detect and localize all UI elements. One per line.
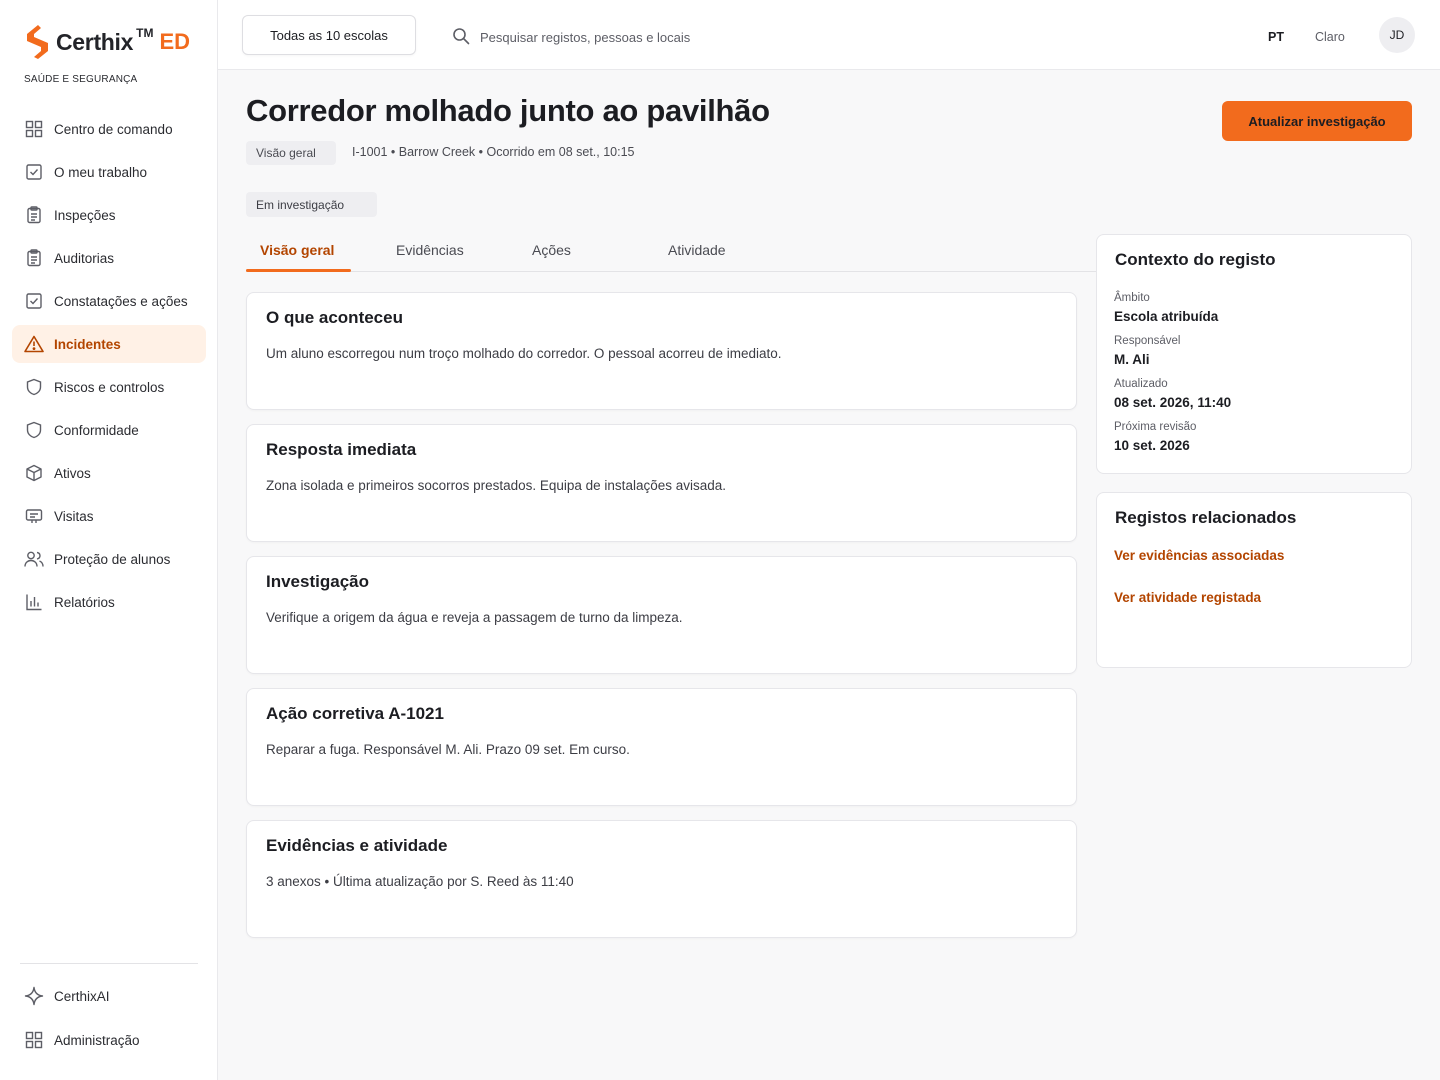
field-value-responsavel: M. Ali: [1114, 352, 1150, 367]
sidebar-item-incidentes[interactable]: Incidentes: [12, 325, 206, 363]
tab-atividade[interactable]: Atividade: [668, 242, 726, 258]
sidebar-item-constatacoes-e-acoes[interactable]: Constatações e ações: [12, 282, 206, 320]
card-body: Um aluno escorregou num troço molhado do…: [266, 346, 782, 361]
sidebar-item-o-meu-trabalho[interactable]: O meu trabalho: [12, 153, 206, 191]
brand-edition: ED: [159, 29, 191, 54]
tab-bar: Visão geral Evidências Ações Atividade: [246, 234, 1096, 272]
field-label-responsavel: Responsável: [1114, 335, 1181, 347]
active-tab-indicator: [246, 269, 351, 272]
card-title: Resposta imediata: [266, 440, 417, 459]
card-resposta-imediata: Resposta imediata Zona isolada e primeir…: [246, 424, 1077, 542]
clipboard-icon: [24, 205, 44, 225]
brand-logo[interactable]: Certhix TM ED: [24, 24, 190, 60]
tab-evidencias[interactable]: Evidências: [396, 242, 464, 258]
brand-subtitle: SAÚDE E SEGURANÇA: [24, 74, 138, 85]
card-title: O que aconteceu: [266, 308, 403, 327]
sidebar-item-label: Inspeções: [54, 207, 116, 223]
sidebar-item-label: Administração: [54, 1032, 140, 1048]
badge-icon: [24, 506, 44, 526]
tab-acoes[interactable]: Ações: [532, 242, 571, 258]
clipboard-icon: [24, 248, 44, 268]
field-label-proxima-revisao: Próxima revisão: [1114, 421, 1197, 433]
panel-title: Contexto do registo: [1115, 250, 1276, 269]
sidebar-item-relatorios[interactable]: Relatórios: [12, 583, 206, 621]
sidebar-item-ativos[interactable]: Ativos: [12, 454, 206, 492]
link-related-evidence[interactable]: Ver evidências associadas: [1114, 548, 1284, 563]
sidebar-item-label: Auditorias: [54, 250, 115, 266]
sidebar-item-label: CerthixAI: [54, 988, 110, 1004]
sidebar-item-label: Relatórios: [54, 594, 115, 610]
language-switch[interactable]: PT: [1268, 30, 1284, 44]
card-body: Reparar a fuga. Responsável M. Ali. Praz…: [266, 742, 630, 757]
field-label-atualizado: Atualizado: [1114, 378, 1168, 390]
bar-chart-icon: [24, 592, 44, 612]
brand-trademark: TM: [136, 26, 154, 40]
field-label-ambito: Âmbito: [1114, 292, 1150, 304]
sidebar-item-label: Ativos: [54, 465, 91, 481]
sidebar: Certhix TM ED SAÚDE E SEGURANÇA Centro d…: [0, 0, 218, 1080]
sidebar-item-visitas[interactable]: Visitas: [12, 497, 206, 535]
certhix-logo-icon: [27, 25, 48, 59]
school-selector[interactable]: Todas as 10 escolas: [242, 15, 416, 55]
sidebar-item-inspecoes[interactable]: Inspeções: [12, 196, 206, 234]
checkbox-icon: [24, 162, 44, 182]
sidebar-item-auditorias[interactable]: Auditorias: [12, 239, 206, 277]
brand-name: Certhix: [56, 28, 134, 55]
card-acao-corretiva: Ação corretiva A-1021 Reparar a fuga. Re…: [246, 688, 1077, 806]
topbar: Todas as 10 escolas PT Claro JD: [218, 0, 1440, 70]
sidebar-item-label: O meu trabalho: [54, 164, 148, 180]
breadcrumb-chip[interactable]: Visão geral: [246, 141, 336, 165]
sidebar-item-label: Conformidade: [54, 422, 139, 438]
sidebar-item-centro-de-comando[interactable]: Centro de comando: [12, 110, 206, 148]
card-body: Zona isolada e primeiros socorros presta…: [266, 478, 727, 493]
card-title: Ação corretiva A-1021: [266, 704, 444, 723]
update-investigation-button[interactable]: Atualizar investigação: [1222, 101, 1412, 141]
field-value-atualizado: 08 set. 2026, 11:40: [1114, 395, 1232, 410]
card-title: Evidências e atividade: [266, 836, 448, 855]
record-context-panel: Contexto do registo Âmbito Escola atribu…: [1096, 234, 1412, 474]
sidebar-item-certhixai[interactable]: CerthixAI: [12, 977, 206, 1015]
card-title: Investigação: [266, 572, 369, 591]
grid-icon: [24, 1030, 44, 1050]
status-badge: Em investigação: [246, 192, 377, 217]
sparkle-icon: [24, 986, 44, 1006]
theme-toggle[interactable]: Claro: [1315, 30, 1345, 44]
sidebar-item-label: Centro de comando: [54, 121, 173, 137]
incident-meta: I-1001 • Barrow Creek • Ocorrido em 08 s…: [352, 145, 635, 159]
related-records-panel: Registos relacionados Ver evidências ass…: [1096, 492, 1412, 668]
sidebar-bottom-nav: CerthixAI Administração: [12, 977, 206, 1065]
sidebar-item-label: Visitas: [54, 508, 94, 524]
sidebar-item-label: Constatações e ações: [54, 293, 188, 309]
shield-icon: [24, 420, 44, 440]
shield-icon: [24, 377, 44, 397]
grid-icon: [24, 119, 44, 139]
sidebar-item-protecao-de-alunos[interactable]: Proteção de alunos: [12, 540, 206, 578]
sidebar-nav: Centro de comando O meu trabalho Inspeçõ…: [12, 110, 206, 626]
sidebar-item-label: Riscos e controlos: [54, 379, 165, 395]
panel-title: Registos relacionados: [1115, 508, 1297, 527]
field-value-ambito: Escola atribuída: [1114, 309, 1219, 324]
sidebar-item-administracao[interactable]: Administração: [12, 1021, 206, 1059]
users-icon: [24, 549, 44, 569]
sidebar-item-riscos-e-controlos[interactable]: Riscos e controlos: [12, 368, 206, 406]
box-icon: [24, 463, 44, 483]
card-evidencias-e-atividade: Evidências e atividade 3 anexos • Última…: [246, 820, 1077, 938]
sidebar-item-conformidade[interactable]: Conformidade: [12, 411, 206, 449]
search-icon: [453, 28, 470, 45]
page-title: Corredor molhado junto ao pavilhão: [246, 93, 770, 128]
search-input[interactable]: [480, 24, 900, 50]
card-o-que-aconteceu: O que aconteceu Um aluno escorregou num …: [246, 292, 1077, 410]
card-body: 3 anexos • Última atualização por S. Ree…: [266, 874, 574, 889]
avatar[interactable]: JD: [1379, 17, 1415, 53]
card-body: Verifique a origem da água e reveja a pa…: [266, 610, 683, 625]
link-related-activity[interactable]: Ver atividade registada: [1114, 590, 1261, 605]
sidebar-divider: [20, 963, 198, 964]
field-value-proxima-revisao: 10 set. 2026: [1114, 438, 1190, 453]
sidebar-item-label: Proteção de alunos: [54, 551, 171, 567]
sidebar-item-label: Incidentes: [54, 336, 121, 352]
warning-icon: [24, 334, 44, 354]
card-investigacao: Investigação Verifique a origem da água …: [246, 556, 1077, 674]
checkbox-icon: [24, 291, 44, 311]
tab-visao-geral[interactable]: Visão geral: [260, 242, 334, 258]
